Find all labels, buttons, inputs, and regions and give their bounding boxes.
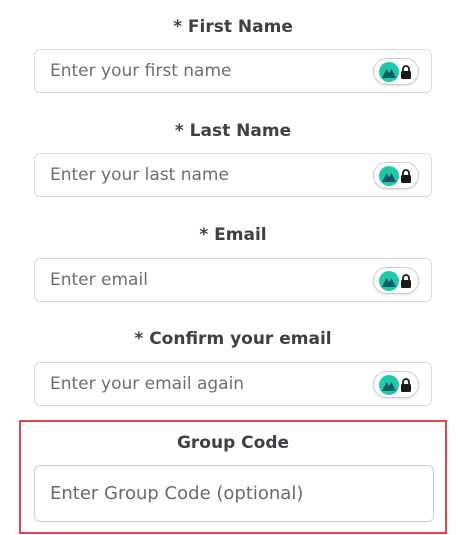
password-manager-badge[interactable] [373, 371, 419, 398]
group-code-input[interactable] [35, 466, 430, 521]
last-name-field[interactable] [34, 153, 432, 197]
lock-icon [401, 65, 411, 79]
email-label: * Email [199, 225, 267, 245]
password-manager-logo-icon [379, 166, 399, 186]
password-manager-badge[interactable] [373, 58, 419, 85]
first-name-field[interactable] [34, 49, 432, 93]
confirm-email-input[interactable] [35, 363, 380, 405]
password-manager-logo-icon [379, 375, 399, 395]
email-input[interactable] [35, 259, 380, 301]
registration-form: * First Name * Last Name [0, 0, 458, 535]
confirm-email-label: * Confirm your email [134, 329, 332, 349]
first-name-input[interactable] [35, 50, 380, 92]
password-manager-badge[interactable] [373, 162, 419, 189]
email-field[interactable] [34, 258, 432, 302]
group-code-field[interactable] [34, 465, 434, 522]
last-name-label: * Last Name [174, 121, 292, 141]
lock-icon [401, 169, 411, 183]
group-code-label: Group Code [176, 433, 290, 453]
lock-icon [401, 274, 411, 288]
lock-icon [401, 378, 411, 392]
first-name-label: * First Name [173, 17, 293, 37]
password-manager-logo-icon [379, 271, 399, 291]
password-manager-badge[interactable] [373, 267, 419, 294]
confirm-email-field[interactable] [34, 362, 432, 406]
last-name-input[interactable] [35, 154, 380, 196]
password-manager-logo-icon [379, 62, 399, 82]
